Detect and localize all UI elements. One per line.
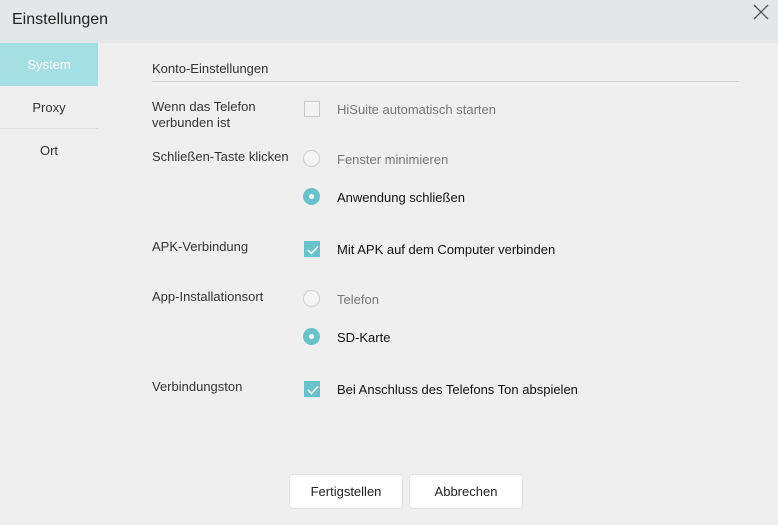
window-title: Einstellungen xyxy=(12,11,109,28)
checkmark-icon xyxy=(307,385,319,395)
radio-dot xyxy=(309,194,314,199)
checkmark-icon xyxy=(307,245,319,255)
radio-close-app-label[interactable]: Anwendung schließen xyxy=(337,190,465,205)
radio-minimize-label[interactable]: Fenster minimieren xyxy=(337,152,448,167)
phone-connected-label: Wenn das Telefon verbunden ist xyxy=(152,99,256,131)
sidebar-item-system[interactable]: System xyxy=(0,43,98,86)
section-divider xyxy=(152,81,739,82)
close-button[interactable] xyxy=(752,3,770,21)
sound-label: Verbindungston xyxy=(152,379,243,394)
autostart-checkbox[interactable] xyxy=(304,101,320,117)
section-title: Konto-Einstellungen xyxy=(152,61,269,76)
radio-sd-card[interactable] xyxy=(303,328,320,345)
radio-telefon-label[interactable]: Telefon xyxy=(337,292,379,307)
sound-checkbox-label[interactable]: Bei Anschluss des Telefons Ton abspielen xyxy=(337,382,578,397)
radio-sd-card-label[interactable]: SD-Karte xyxy=(337,330,390,345)
finish-button[interactable]: Fertigstellen xyxy=(290,475,402,508)
radio-close-app[interactable] xyxy=(303,188,320,205)
sound-checkbox[interactable] xyxy=(304,381,320,397)
phone-connected-label-line1: Wenn das Telefon xyxy=(152,99,256,114)
apk-checkbox-label[interactable]: Mit APK auf dem Computer verbinden xyxy=(337,242,555,257)
title-bar: Einstellungen xyxy=(0,0,778,43)
autostart-checkbox-label[interactable]: HiSuite automatisch starten xyxy=(337,102,496,117)
install-location-label: App-Installationsort xyxy=(152,289,264,304)
radio-telefon[interactable] xyxy=(303,290,320,307)
cancel-button[interactable]: Abbrechen xyxy=(410,475,522,508)
radio-minimize[interactable] xyxy=(303,150,320,167)
sidebar-item-ort[interactable]: Ort xyxy=(0,129,98,172)
sidebar-item-proxy[interactable]: Proxy xyxy=(0,86,98,129)
sidebar: System Proxy Ort xyxy=(0,43,98,172)
apk-checkbox[interactable] xyxy=(304,241,320,257)
radio-dot xyxy=(309,334,314,339)
close-button-label: Schließen-Taste klicken xyxy=(152,149,289,164)
close-icon xyxy=(753,4,769,20)
apk-label: APK-Verbindung xyxy=(152,239,249,254)
phone-connected-label-line2: verbunden ist xyxy=(152,115,231,130)
